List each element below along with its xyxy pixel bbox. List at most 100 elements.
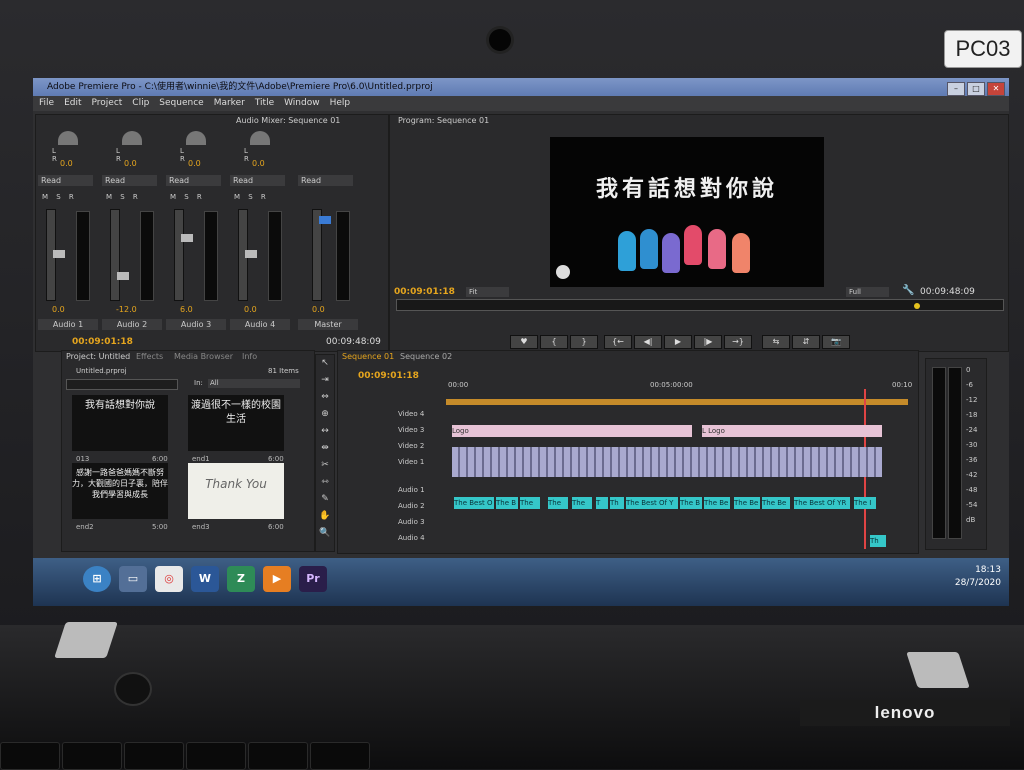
mute-solo-record-buttons[interactable]: M S R — [106, 193, 141, 201]
tab-sequence-01[interactable]: Sequence 01 — [342, 351, 394, 363]
menu-edit[interactable]: Edit — [64, 98, 81, 108]
audio-clip[interactable]: The Best Of YR — [794, 497, 850, 509]
play-button[interactable]: ▶ — [664, 335, 692, 349]
add-marker-button[interactable]: ♥ — [510, 335, 538, 349]
lift-button[interactable]: ⇆ — [762, 335, 790, 349]
wrench-icon[interactable]: 🔧 — [902, 285, 914, 296]
rolling-edit-tool-icon[interactable]: ⊕ — [316, 406, 334, 423]
fader-handle[interactable] — [245, 250, 257, 258]
mute-solo-record-buttons[interactable]: M S R — [234, 193, 269, 201]
ripple-edit-tool-icon[interactable]: ⇔ — [316, 389, 334, 406]
logo-clip[interactable]: Logo — [452, 425, 692, 437]
project-thumb-3[interactable]: 感謝一路爸爸媽媽不斷努力，大觀國的日子裏，陪伴我們學習與成長 — [72, 463, 168, 519]
pan-knob[interactable] — [186, 131, 206, 145]
program-scrub-bar[interactable] — [396, 299, 1004, 311]
razor-tool-icon[interactable]: ✂ — [316, 457, 334, 474]
track-header-audio-3[interactable]: Audio 3 — [338, 515, 516, 529]
volume-fader[interactable] — [46, 209, 65, 301]
rate-stretch-tool-icon[interactable]: ↔ — [316, 423, 334, 440]
volume-fader[interactable] — [110, 209, 129, 301]
fader-handle[interactable] — [117, 272, 129, 280]
key[interactable] — [186, 742, 246, 770]
taskbar-premiere-icon[interactable]: Pr — [299, 566, 327, 592]
logo-clip[interactable]: L Logo — [702, 425, 882, 437]
system-tray-clock[interactable]: 18:13 28/7/2020 — [955, 564, 1001, 590]
taskbar-zip-icon[interactable]: Z — [227, 566, 255, 592]
audio-clip[interactable]: The B — [496, 497, 518, 509]
taskbar-chrome-icon[interactable]: ◎ — [155, 566, 183, 592]
volume-fader[interactable] — [238, 209, 257, 301]
automation-mode-dropdown[interactable]: Read — [298, 175, 353, 186]
power-button[interactable] — [114, 672, 152, 706]
menu-clip[interactable]: Clip — [132, 98, 149, 108]
taskbar-word-icon[interactable]: W — [191, 566, 219, 592]
extract-button[interactable]: ⇵ — [792, 335, 820, 349]
automation-mode-dropdown[interactable]: Read — [230, 175, 285, 186]
automation-mode-dropdown[interactable]: Read — [102, 175, 157, 186]
audio-clip[interactable]: Th — [870, 535, 886, 547]
mark-in-button[interactable]: { — [540, 335, 568, 349]
in-filter-dropdown[interactable]: All — [208, 379, 300, 388]
project-thumb-2[interactable]: 渡過很不一樣的校園生活 — [188, 395, 284, 451]
audio-clip[interactable]: The I — [854, 497, 876, 509]
audio-clip[interactable]: The Be — [704, 497, 730, 509]
playhead-marker[interactable] — [914, 303, 920, 309]
audio-clip[interactable]: T — [596, 497, 608, 509]
menu-file[interactable]: File — [39, 98, 54, 108]
audio-clip[interactable]: The Be — [762, 497, 790, 509]
master-volume-fader[interactable] — [312, 209, 331, 301]
tab-info[interactable]: Info — [242, 351, 257, 363]
key[interactable] — [248, 742, 308, 770]
quality-dropdown[interactable]: Full — [846, 287, 889, 297]
project-thumb-1[interactable]: 我有話想對你說 — [72, 395, 168, 451]
automation-mode-dropdown[interactable]: Read — [38, 175, 93, 186]
fader-handle[interactable] — [53, 250, 65, 258]
step-forward-button[interactable]: |▶ — [694, 335, 722, 349]
menu-sequence[interactable]: Sequence — [159, 98, 203, 108]
mute-solo-record-buttons[interactable]: M S R — [170, 193, 205, 201]
taskbar-media-icon[interactable]: ▶ — [263, 566, 291, 592]
fader-handle[interactable] — [181, 234, 193, 242]
audio-clip[interactable]: The Be — [734, 497, 760, 509]
key[interactable] — [310, 742, 370, 770]
audio-clip[interactable]: Th — [610, 497, 624, 509]
minimize-button[interactable]: – — [947, 82, 965, 96]
pan-knob[interactable] — [122, 131, 142, 145]
selection-tool-icon[interactable]: ↖ — [316, 355, 334, 372]
key[interactable] — [0, 742, 60, 770]
audio-clip[interactable]: The Best O — [454, 497, 494, 509]
maximize-button[interactable]: □ — [967, 82, 985, 96]
menu-window[interactable]: Window — [284, 98, 320, 108]
track-header-audio-1[interactable]: Audio 1 — [338, 483, 516, 497]
mute-solo-record-buttons[interactable]: M S R — [42, 193, 77, 201]
tab-project[interactable]: Project: Untitled — [66, 351, 130, 363]
tab-program-monitor[interactable]: Program: Sequence 01 — [398, 115, 489, 127]
hand-tool-icon[interactable]: ✋ — [316, 508, 334, 525]
audio-clip[interactable]: The — [548, 497, 568, 509]
pen-tool-icon[interactable]: ✎ — [316, 491, 334, 508]
menu-project[interactable]: Project — [92, 98, 123, 108]
video-1-clips[interactable] — [452, 447, 882, 477]
key[interactable] — [62, 742, 122, 770]
menu-help[interactable]: Help — [330, 98, 351, 108]
track-header-audio-4[interactable]: Audio 4 — [338, 531, 516, 545]
tab-media-browser[interactable]: Media Browser — [174, 351, 233, 363]
tab-effects[interactable]: Effects — [136, 351, 163, 363]
work-area-bar[interactable] — [446, 399, 908, 405]
slide-tool-icon[interactable]: ⇿ — [316, 474, 334, 491]
menu-title[interactable]: Title — [255, 98, 274, 108]
track-header-video-4[interactable]: Video 4 — [338, 407, 516, 421]
search-input[interactable] — [66, 379, 178, 390]
audio-clip[interactable]: The Best Of Y — [626, 497, 678, 509]
track-select-tool-icon[interactable]: ⇥ — [316, 372, 334, 389]
export-frame-button[interactable]: 📷 — [822, 335, 850, 349]
zoom-tool-icon[interactable]: 🔍 — [316, 525, 334, 542]
start-button[interactable]: ⊞ — [83, 566, 111, 592]
key[interactable] — [124, 742, 184, 770]
go-to-in-button[interactable]: {← — [604, 335, 632, 349]
pan-knob[interactable] — [250, 131, 270, 145]
volume-fader[interactable] — [174, 209, 193, 301]
pan-knob[interactable] — [58, 131, 78, 145]
step-back-button[interactable]: ◀| — [634, 335, 662, 349]
fit-dropdown[interactable]: Fit — [466, 287, 509, 297]
